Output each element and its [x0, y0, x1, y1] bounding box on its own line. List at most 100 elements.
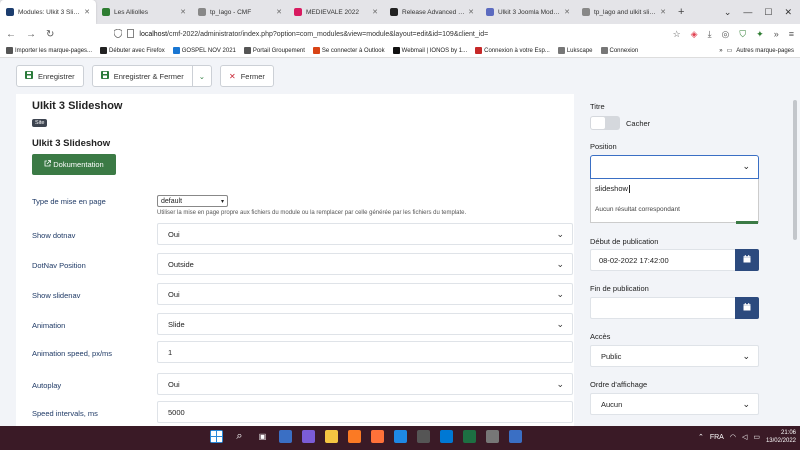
bookmark-item[interactable]: GOSPEL NOV 2021 — [172, 47, 236, 54]
other-bookmarks[interactable]: Autres marque-pages — [736, 48, 794, 54]
url-bar[interactable]: localhost/cmf-2022/administrator/index.p… — [64, 27, 662, 41]
field-label: Animation speed, px/ms — [32, 349, 113, 358]
search-icon[interactable]: ⌕ — [233, 430, 246, 443]
page-scrollbar[interactable] — [793, 100, 797, 240]
position-search-input[interactable]: slideshow — [595, 184, 630, 194]
save-close-button[interactable]: Enregistrer & Fermer — [91, 65, 193, 87]
browser-tab[interactable]: Les Alliolles ✕ — [96, 0, 192, 24]
browser-tab[interactable]: MEDIEVALE 2022 ✕ — [288, 0, 384, 24]
field-value: Slide — [168, 319, 185, 329]
bookmark-favicon-icon — [392, 47, 400, 54]
save-icon — [25, 71, 33, 81]
reload-icon[interactable]: ↻ — [46, 29, 54, 40]
close-button[interactable]: ✕ Fermer — [220, 65, 274, 87]
back-icon[interactable]: ← — [6, 29, 16, 40]
field-label: Show slidenav — [32, 291, 81, 300]
skype-icon[interactable] — [440, 430, 453, 443]
publish-end-calendar-button[interactable] — [735, 297, 759, 319]
order-select[interactable]: Aucun ⌄ — [590, 393, 759, 415]
field-select[interactable]: Outside ⌄ — [157, 253, 573, 275]
module-subtitle: UIkit 3 Slideshow — [32, 138, 111, 149]
close-tab-icon[interactable]: ✕ — [180, 8, 186, 16]
minimize-icon[interactable]: — — [743, 7, 752, 17]
account-icon[interactable]: ◎ — [722, 29, 730, 40]
field-select[interactable]: Oui ⌄ — [157, 223, 573, 245]
store-icon[interactable] — [509, 430, 522, 443]
chevron-down-icon: ⌄ — [198, 71, 206, 81]
excel-icon[interactable] — [463, 430, 476, 443]
documentation-button[interactable]: Dokumentation — [32, 154, 116, 175]
file-explorer-icon[interactable] — [325, 430, 338, 443]
download-icon[interactable]: ⤓ — [708, 29, 712, 40]
hide-title-toggle[interactable] — [590, 116, 620, 130]
bookmark-item[interactable]: Se connecter à Outlook — [312, 47, 385, 54]
maximize-icon[interactable]: ☐ — [764, 7, 772, 18]
photos-icon[interactable] — [417, 430, 430, 443]
bookmark-item[interactable]: Connexion — [600, 47, 638, 54]
tab-list-icon[interactable]: ⌄ — [724, 7, 732, 18]
extension-icon[interactable]: ✦ — [756, 29, 764, 40]
teams-icon[interactable] — [302, 430, 315, 443]
publish-start-input[interactable]: 08-02-2022 17:42:00 — [590, 249, 735, 271]
menu-icon[interactable]: ≡ — [789, 29, 794, 39]
chevron-up-icon[interactable]: ⌃ — [698, 433, 704, 441]
bookmark-label: Débuter avec Firefox — [109, 47, 165, 54]
field-select[interactable]: Oui ⌄ — [157, 373, 573, 395]
close-tab-icon[interactable]: ✕ — [660, 8, 666, 16]
publish-start-calendar-button[interactable] — [735, 249, 759, 271]
close-window-icon[interactable]: ✕ — [784, 7, 792, 18]
bookmark-item[interactable]: Débuter avec Firefox — [100, 47, 165, 54]
task-view-icon[interactable]: ▣ — [256, 430, 269, 443]
xampp-icon[interactable] — [348, 430, 361, 443]
save-options-dropdown[interactable]: ⌄ — [192, 65, 213, 87]
layout-select[interactable]: default ▾ — [157, 195, 228, 207]
publish-end-input[interactable] — [590, 297, 735, 319]
wifi-icon[interactable]: ◠ — [730, 433, 736, 441]
close-tab-icon[interactable]: ✕ — [468, 8, 474, 16]
module-title: UIkit 3 Slideshow — [32, 100, 123, 112]
widgets-icon[interactable] — [279, 430, 292, 443]
field-input[interactable]: 5000 — [157, 401, 573, 423]
forward-icon[interactable]: → — [26, 29, 36, 40]
browser-tab[interactable]: tp_lago - CMF ✕ — [192, 0, 288, 24]
more-bookmarks-icon[interactable]: » — [719, 48, 722, 54]
field-select[interactable]: Slide ⌄ — [157, 313, 573, 335]
clock[interactable]: 21:06 13/02/2022 — [766, 429, 796, 445]
more-tools-icon[interactable]: » — [774, 29, 779, 39]
windows-taskbar: ⌕ ▣ ⌃ FRA ◠ ◁ ▭ 21:06 13/02/2022 — [0, 426, 800, 450]
volume-icon[interactable]: ◁ — [742, 433, 747, 441]
browser-tab[interactable]: Ulkit 3 Joomla Module ...✕ — [480, 0, 576, 24]
position-select[interactable]: ⌄ — [590, 155, 759, 179]
bookmark-star-icon[interactable]: ☆ — [673, 29, 681, 40]
bookmark-label: Portail Groupement — [252, 47, 305, 54]
save-close-label: Enregistrer & Fermer — [113, 71, 184, 81]
close-tab-icon[interactable]: ✕ — [84, 8, 90, 16]
new-tab-button[interactable]: + — [672, 6, 690, 18]
battery-icon[interactable]: ▭ — [753, 433, 760, 441]
browser-tab[interactable]: Modules: Ulkit 3 Slideshow✕ — [0, 0, 96, 24]
bookmark-item[interactable]: Portail Groupement — [243, 47, 305, 54]
adblock-shield-icon[interactable]: ⛉ — [739, 29, 746, 40]
edge-icon[interactable] — [394, 430, 407, 443]
bookmark-label: Importer les marque-pages... — [15, 47, 93, 54]
browser-tab[interactable]: tp_lago and ulkit slideshow✕ — [576, 0, 672, 24]
windows-icon[interactable] — [210, 430, 223, 443]
bookmark-item[interactable]: Connexion à votre Esp... — [475, 47, 550, 54]
close-tab-icon[interactable]: ✕ — [372, 8, 378, 16]
save-button[interactable]: Enregistrer — [16, 65, 84, 87]
browser-tab[interactable]: Release Advanced Custom...✕ — [384, 0, 480, 24]
language-indicator[interactable]: FRA — [710, 434, 724, 441]
access-select[interactable]: Public ⌄ — [590, 345, 759, 367]
bookmark-item[interactable]: Importer les marque-pages... — [6, 47, 92, 54]
layout-help-text: Utiliser la mise en page propre aux fich… — [157, 210, 467, 216]
bookmark-item[interactable]: Lukscape — [557, 47, 593, 54]
close-tab-icon[interactable]: ✕ — [564, 8, 570, 16]
page-icon — [127, 28, 135, 40]
pocket-icon[interactable]: ◈ — [691, 29, 698, 40]
close-tab-icon[interactable]: ✕ — [276, 8, 282, 16]
field-select[interactable]: Oui ⌄ — [157, 283, 573, 305]
firefox-icon[interactable] — [371, 430, 384, 443]
app-icon[interactable] — [486, 430, 499, 443]
bookmark-item[interactable]: Webmail | IONOS by 1... — [392, 47, 467, 54]
field-input[interactable]: 1 — [157, 341, 573, 363]
